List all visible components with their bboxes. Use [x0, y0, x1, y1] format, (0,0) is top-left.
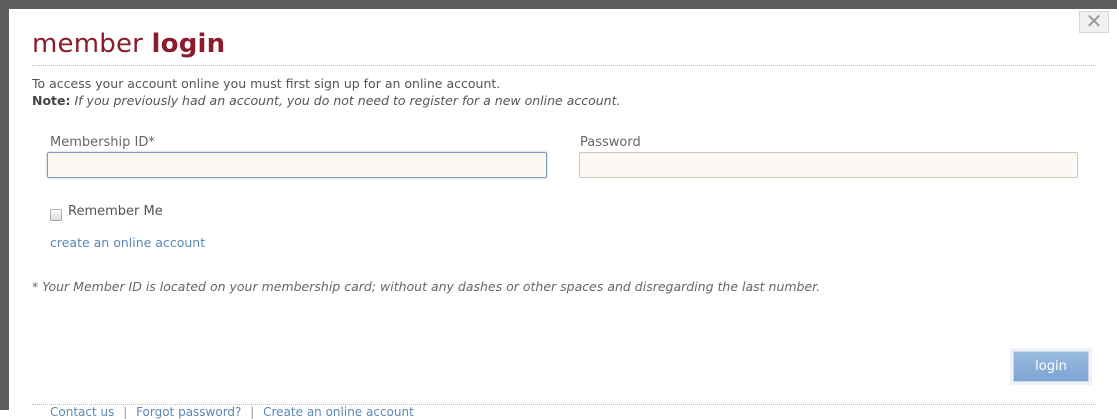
footer-separator: | — [123, 405, 128, 419]
title-bold: login — [151, 29, 226, 59]
remember-me-checkbox[interactable] — [50, 209, 62, 221]
login-button[interactable]: login — [1013, 351, 1089, 382]
password-label: Password — [580, 135, 641, 150]
intro-text: To access your account online you must f… — [32, 75, 620, 109]
login-dialog: ✕ member login To access your account on… — [0, 0, 1117, 419]
intro-line: To access your account online you must f… — [32, 76, 501, 91]
intro-note: Note: If you previously had an account, … — [32, 92, 620, 109]
note-label: Note: — [32, 93, 71, 108]
create-account-link[interactable]: create an online account — [50, 235, 205, 250]
dialog-title: member login — [32, 29, 225, 59]
password-input[interactable] — [579, 152, 1078, 178]
note-text: If you previously had an account, you do… — [74, 93, 621, 108]
title-light: member — [32, 29, 144, 59]
close-icon[interactable]: ✕ — [1079, 11, 1109, 33]
member-id-footnote: * Your Member ID is located on your memb… — [32, 279, 821, 294]
remember-me-label[interactable]: Remember Me — [68, 204, 163, 219]
divider-top — [32, 65, 1096, 66]
membership-id-label: Membership ID* — [50, 135, 155, 150]
footer-separator: | — [250, 405, 255, 419]
membership-id-input[interactable] — [47, 152, 547, 178]
footer-links: Contact us | Forgot password? | Create a… — [50, 405, 414, 419]
create-online-account-link[interactable]: Create an online account — [263, 405, 414, 419]
forgot-password-link[interactable]: Forgot password? — [136, 405, 241, 419]
contact-us-link[interactable]: Contact us — [50, 405, 114, 419]
